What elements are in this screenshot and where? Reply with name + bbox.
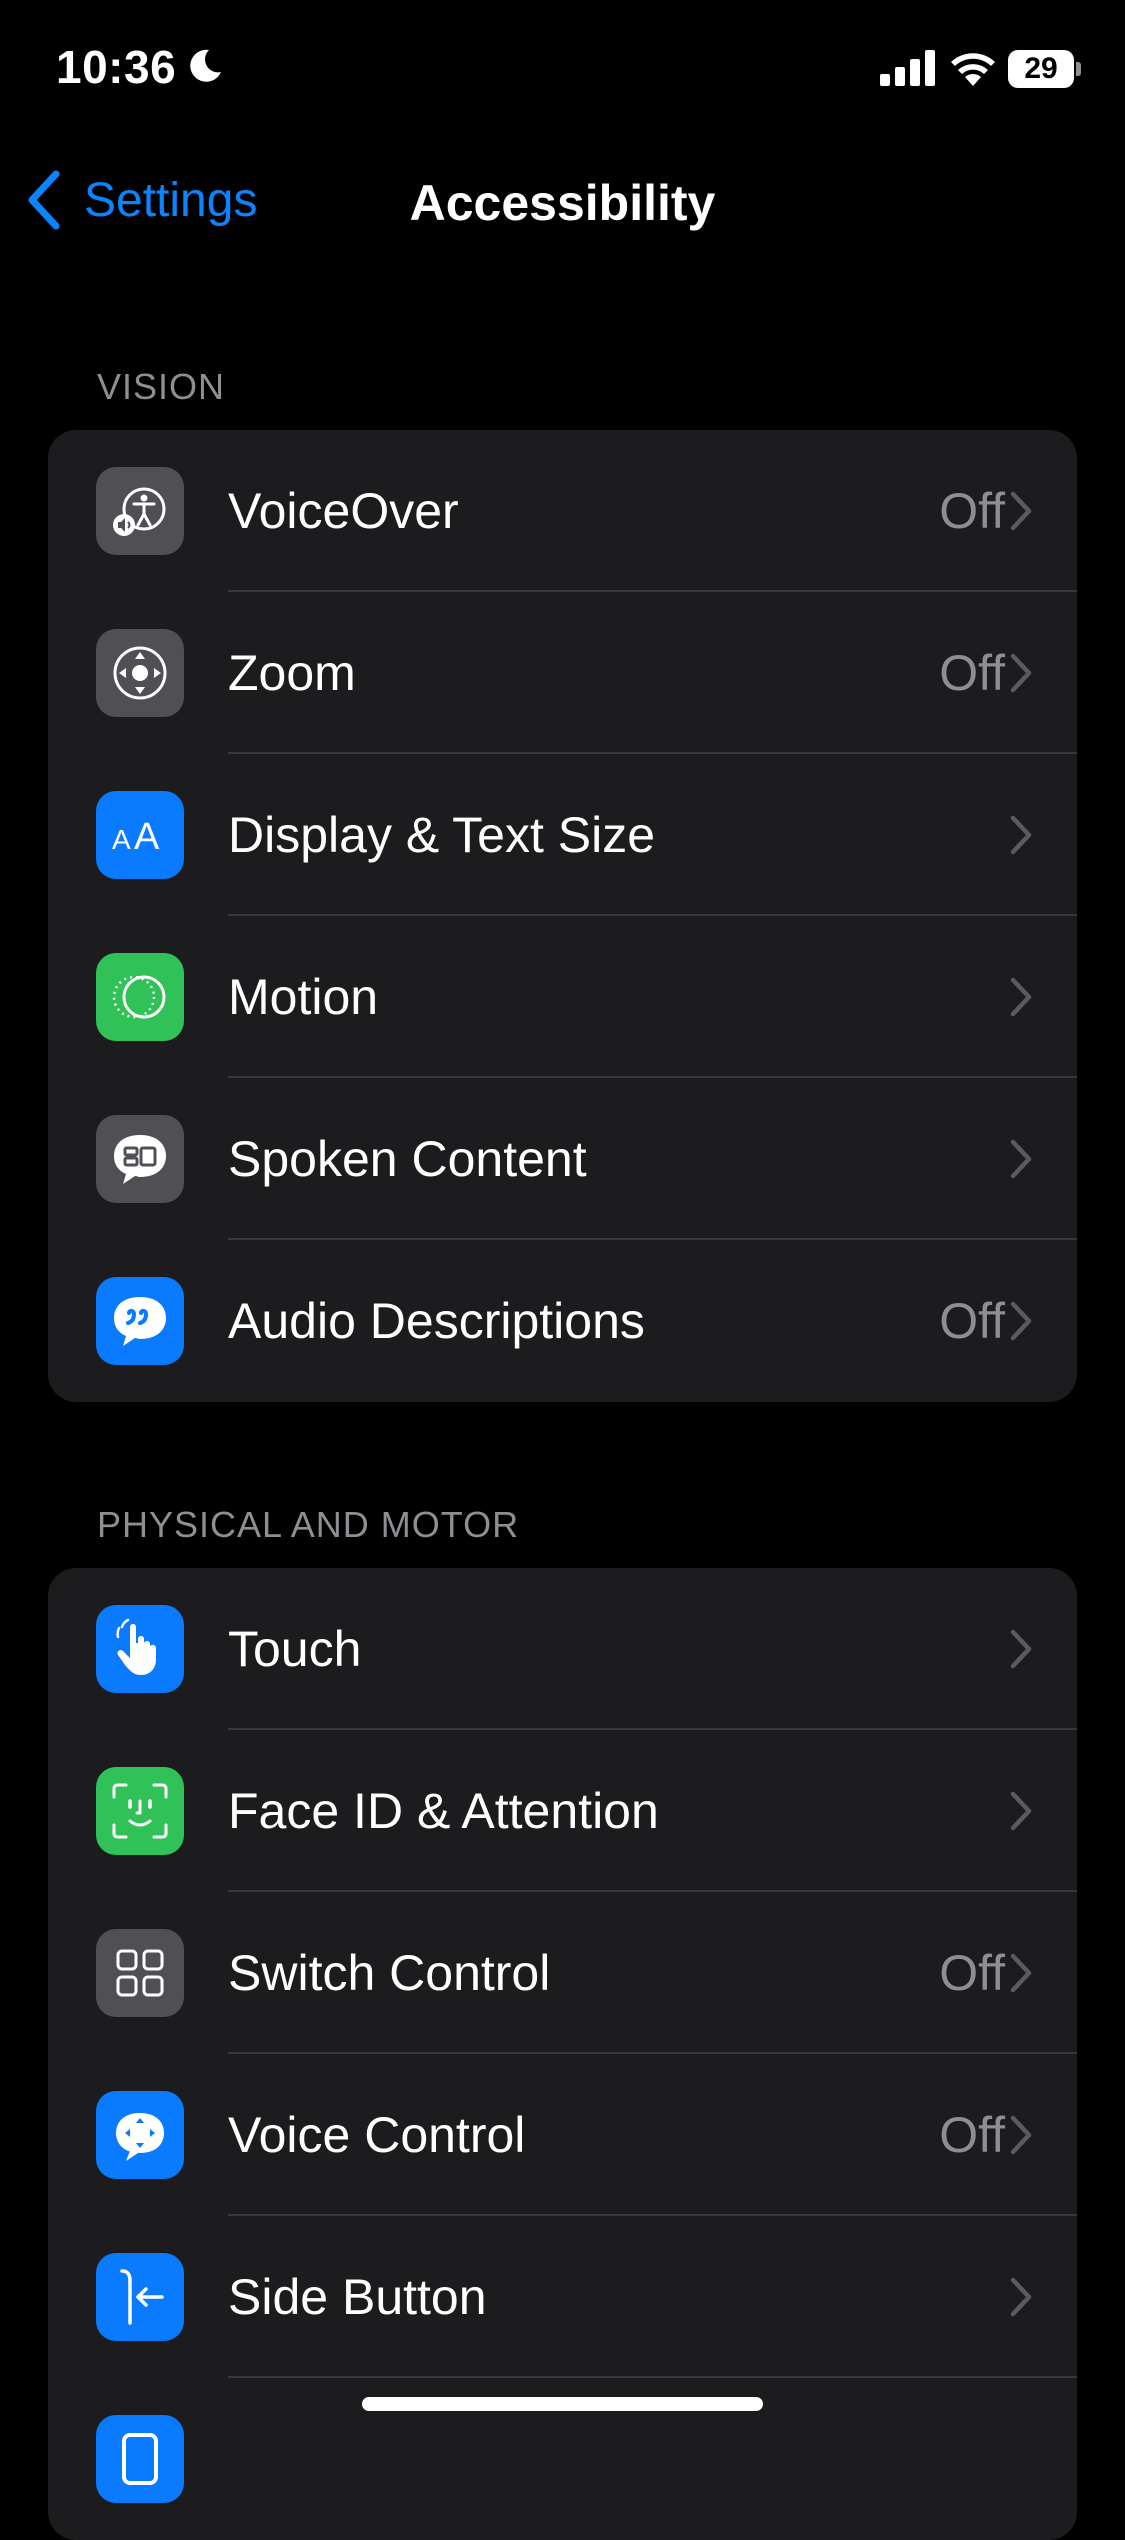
chevron-right-icon [1010, 1953, 1032, 1993]
section-header-physical-motor: PHYSICAL AND MOTOR [97, 1504, 520, 1545]
row-label: Motion [228, 969, 379, 1025]
row-zoom[interactable]: Zoom Off [48, 592, 1077, 754]
battery-icon: 29 [1008, 50, 1082, 88]
chevron-right-icon [1010, 1629, 1032, 1669]
row-display-text-size[interactable]: A A Display & Text Size [48, 754, 1077, 916]
switch-control-icon [96, 1929, 184, 2017]
touch-icon [96, 1605, 184, 1693]
row-spoken-content[interactable]: Spoken Content [48, 1078, 1077, 1240]
chevron-right-icon [1010, 2277, 1032, 2317]
row-voice-control[interactable]: Voice Control Off [48, 2054, 1077, 2216]
row-voiceover[interactable]: VoiceOver Off [48, 430, 1077, 592]
home-indicator[interactable] [362, 2397, 763, 2411]
zoom-icon [96, 629, 184, 717]
row-audio-descriptions[interactable]: Audio Descriptions Off [48, 1240, 1077, 1402]
status-time: 10:36 [56, 41, 177, 93]
row-touch[interactable]: Touch [48, 1568, 1077, 1730]
row-label: Display & Text Size [228, 807, 656, 863]
row-label: Side Button [228, 2269, 487, 2325]
display-text-size-icon: A A [96, 791, 184, 879]
row-label: Voice Control [228, 2107, 526, 2163]
svg-text:A: A [134, 816, 160, 858]
voiceover-icon [96, 467, 184, 555]
chevron-right-icon [1010, 653, 1032, 693]
chevron-right-icon [1010, 815, 1032, 855]
row-label: Face ID & Attention [228, 1783, 659, 1839]
chevron-right-icon [1010, 1139, 1032, 1179]
row-value: Off [939, 483, 1005, 539]
partial-row-icon [96, 2415, 184, 2503]
physical-motor-group: Touch Face ID & Attention Switch Control… [48, 1568, 1077, 2540]
motion-icon [96, 953, 184, 1041]
row-label: VoiceOver [228, 483, 459, 539]
battery-level: 29 [1024, 52, 1058, 85]
navigation-bar: Settings Accessibility [0, 150, 1125, 250]
wifi-icon [951, 53, 995, 86]
voice-control-icon [96, 2091, 184, 2179]
chevron-right-icon [1010, 1301, 1032, 1341]
row-label: Switch Control [228, 1945, 551, 2001]
row-side-button[interactable]: Side Button [48, 2216, 1077, 2378]
vision-group: VoiceOver Off Zoom Off A A Display & Tex… [48, 430, 1077, 1402]
row-switch-control[interactable]: Switch Control Off [48, 1892, 1077, 2054]
row-face-id-attention[interactable]: Face ID & Attention [48, 1730, 1077, 1892]
status-bar: 10:36 29 [0, 0, 1125, 140]
spoken-content-icon [96, 1115, 184, 1203]
chevron-right-icon [1010, 1791, 1032, 1831]
section-header-vision: VISION [97, 366, 226, 407]
cellular-signal-icon [880, 50, 935, 86]
chevron-right-icon [1010, 491, 1032, 531]
row-motion[interactable]: Motion [48, 916, 1077, 1078]
moon-icon [190, 49, 221, 82]
audio-descriptions-icon [96, 1277, 184, 1365]
row-label: Audio Descriptions [228, 1293, 645, 1349]
row-label: Zoom [228, 645, 356, 701]
row-value: Off [939, 1945, 1005, 2001]
row-label: Spoken Content [228, 1131, 587, 1187]
row-value: Off [939, 645, 1005, 701]
side-button-icon [96, 2253, 184, 2341]
row-label: Touch [228, 1621, 362, 1677]
chevron-right-icon [1010, 977, 1032, 1017]
row-value: Off [939, 1293, 1005, 1349]
svg-text:A: A [112, 824, 131, 855]
chevron-right-icon [1010, 2115, 1032, 2155]
row-value: Off [939, 2107, 1005, 2163]
face-id-icon [96, 1767, 184, 1855]
page-title: Accessibility [409, 175, 716, 231]
